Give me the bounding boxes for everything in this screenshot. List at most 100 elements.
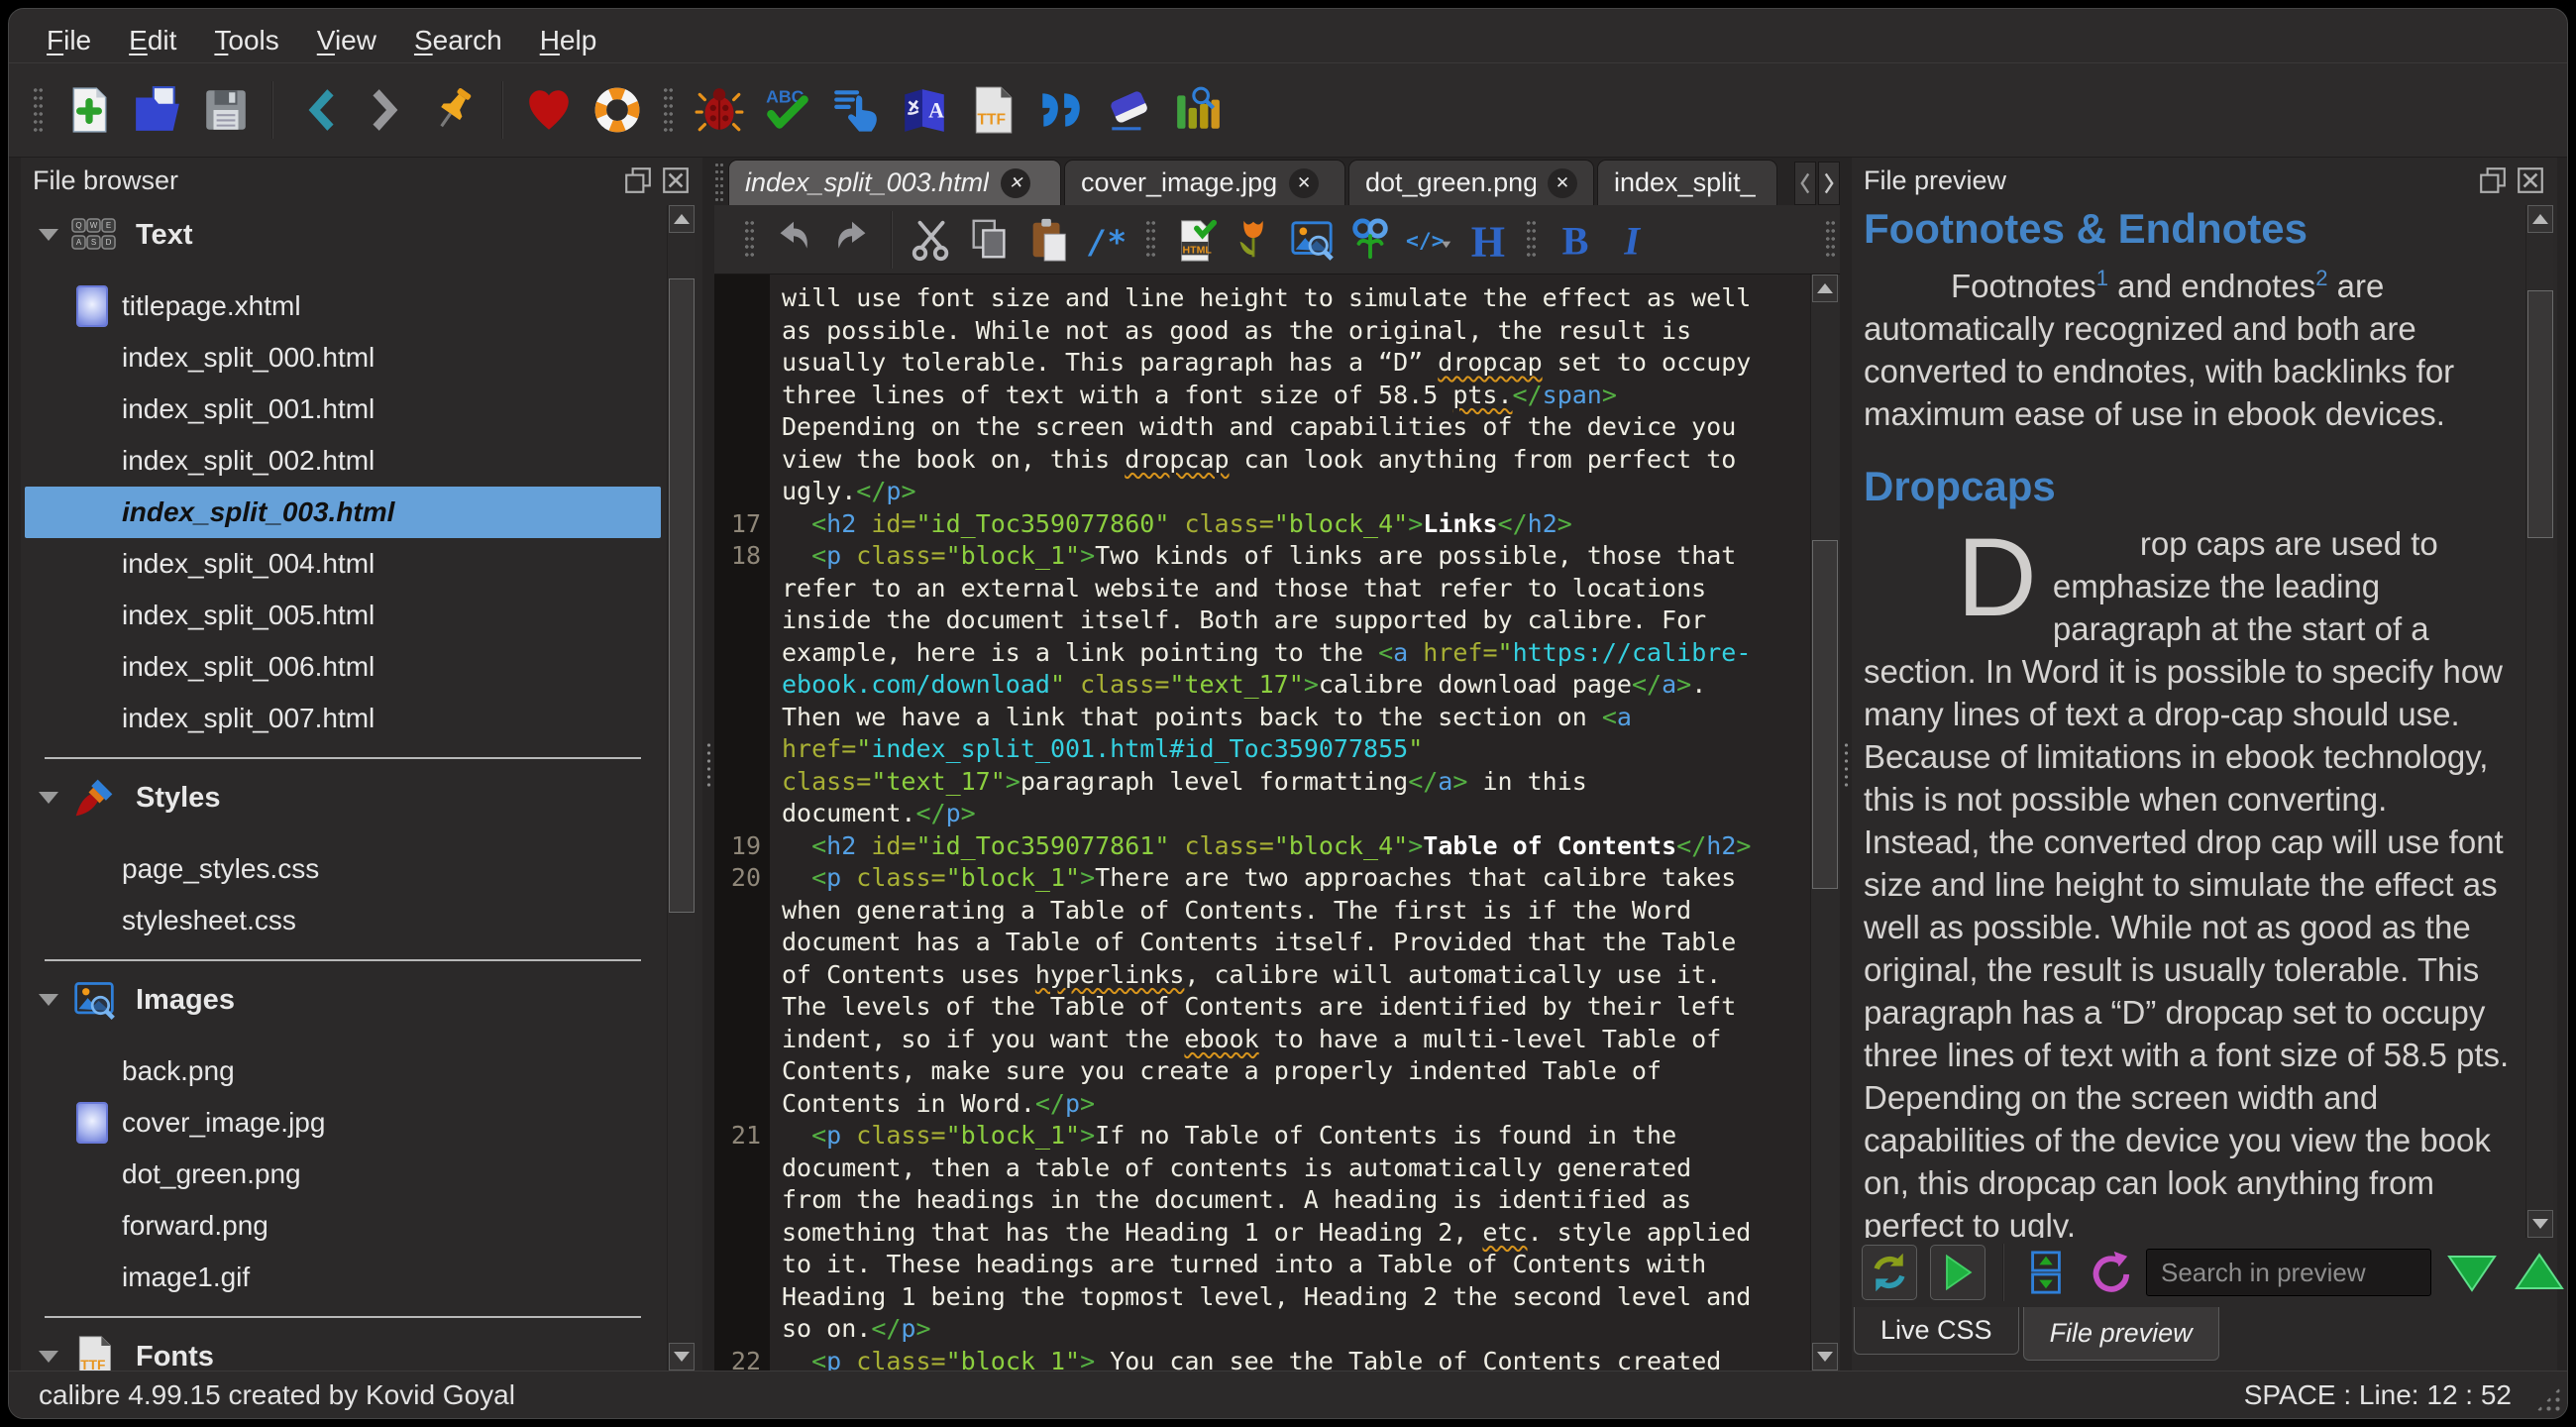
toolbar-drag-handle-icon[interactable]: [663, 86, 674, 134]
file-item[interactable]: stylesheet.css: [25, 895, 661, 946]
cut-icon[interactable]: [908, 216, 955, 264]
scroll-up-icon[interactable]: [669, 205, 695, 233]
refresh-icon[interactable]: [1862, 1245, 1917, 1300]
redo-icon[interactable]: [828, 216, 876, 264]
footnote-link[interactable]: 1: [2096, 266, 2108, 290]
new-file-icon[interactable]: [62, 83, 116, 137]
open-file-icon[interactable]: [131, 83, 184, 137]
file-item[interactable]: page_styles.css: [25, 843, 661, 895]
save-icon[interactable]: [199, 83, 253, 137]
donate-icon[interactable]: [522, 83, 576, 137]
editor-tab[interactable]: dot_green.png ✕: [1348, 160, 1594, 205]
insert-tag-icon[interactable]: </>: [1405, 216, 1452, 264]
file-item[interactable]: image1.gif: [25, 1252, 661, 1303]
float-panel-icon[interactable]: [2478, 165, 2508, 195]
expand-caret-icon[interactable]: [39, 792, 58, 804]
translate-icon[interactable]: A: [898, 83, 951, 137]
tab-scroll-right-icon[interactable]: [1818, 162, 1840, 205]
file-item[interactable]: forward.png: [25, 1200, 661, 1252]
toolbar-drag-handle-icon[interactable]: [33, 86, 44, 134]
toolbar-drag-handle-icon[interactable]: [1145, 218, 1156, 261]
reports-icon[interactable]: [1171, 83, 1225, 137]
file-item[interactable]: index_split_006.html: [25, 641, 661, 693]
file-item[interactable]: index_split_003.html: [25, 487, 661, 538]
spellcheck-icon[interactable]: ABC: [761, 83, 814, 137]
expand-caret-icon[interactable]: [39, 994, 58, 1006]
expand-caret-icon[interactable]: [39, 1351, 58, 1363]
menu-tools[interactable]: Tools: [202, 21, 290, 60]
file-browser-scrollbar[interactable]: [667, 205, 695, 1371]
copy-icon[interactable]: [966, 216, 1014, 264]
menu-help[interactable]: Help: [528, 21, 609, 60]
pin-icon[interactable]: [429, 83, 483, 137]
scroll-down-icon[interactable]: [669, 1343, 695, 1371]
toolbar-drag-handle-icon[interactable]: [744, 218, 755, 261]
editor-tab[interactable]: cover_image.jpg ✕: [1064, 160, 1345, 205]
beautify-icon[interactable]: [1230, 216, 1277, 264]
file-item[interactable]: back.png: [25, 1045, 661, 1097]
sidebar-section-fonts[interactable]: TTF Fonts: [25, 1331, 661, 1371]
scrollbar-thumb[interactable]: [2527, 290, 2553, 538]
file-item[interactable]: index_split_001.html: [25, 384, 661, 435]
scrollbar-thumb[interactable]: [1812, 540, 1838, 889]
tab-close-icon[interactable]: ✕: [1001, 167, 1031, 198]
splitter-left[interactable]: [702, 158, 714, 1371]
close-panel-icon[interactable]: [661, 165, 691, 195]
heading-icon[interactable]: H: [1463, 216, 1511, 264]
tab-close-icon[interactable]: ✕: [1289, 167, 1320, 198]
scroll-down-icon[interactable]: [1812, 1343, 1838, 1371]
file-item[interactable]: index_split_007.html: [25, 693, 661, 744]
scroll-up-icon[interactable]: [2527, 205, 2553, 233]
resize-grip-icon[interactable]: [2535, 1386, 2561, 1412]
bold-icon[interactable]: B: [1552, 216, 1599, 264]
menu-file[interactable]: File: [35, 21, 103, 60]
fix-rules-icon[interactable]: [829, 83, 883, 137]
undo-icon[interactable]: [770, 216, 817, 264]
sidebar-section-text[interactable]: Q W E A S D Text: [25, 209, 661, 261]
smarten-icon[interactable]: [1034, 83, 1088, 137]
toolbar-drag-handle-icon[interactable]: [1526, 218, 1537, 261]
file-item[interactable]: index_split_000.html: [25, 332, 661, 384]
next-match-icon[interactable]: [2444, 1249, 2500, 1296]
scrollbar-thumb[interactable]: [669, 278, 695, 913]
sync-icon[interactable]: [2021, 1248, 2071, 1297]
code-text[interactable]: will use font size and line height to si…: [770, 274, 1810, 1371]
sidebar-section-images[interactable]: Images: [25, 974, 661, 1026]
search-in-preview-input[interactable]: [2146, 1249, 2431, 1296]
menu-view[interactable]: View: [305, 21, 388, 60]
fix-html-icon[interactable]: HTML: [1171, 216, 1219, 264]
reload-icon[interactable]: [2084, 1248, 2133, 1297]
editor-tab[interactable]: index_split_003.html ✕: [728, 160, 1061, 205]
check-book-icon[interactable]: [693, 83, 746, 137]
bottom-tab-live-css[interactable]: Live CSS: [1854, 1307, 2019, 1355]
menu-edit[interactable]: Edit: [117, 21, 188, 60]
toolbar-drag-handle-icon[interactable]: [1825, 218, 1836, 261]
comment-icon[interactable]: /*: [1083, 216, 1130, 264]
expand-caret-icon[interactable]: [39, 229, 58, 241]
close-panel-icon[interactable]: [2516, 165, 2545, 195]
remove-css-icon[interactable]: [1103, 83, 1156, 137]
insert-link-icon[interactable]: [1346, 216, 1394, 264]
file-item[interactable]: index_split_002.html: [25, 435, 661, 487]
editor-scrollbar[interactable]: [1810, 274, 1840, 1371]
float-panel-icon[interactable]: [623, 165, 653, 195]
italic-icon[interactable]: I: [1610, 216, 1658, 264]
tab-close-icon[interactable]: ✕: [1548, 167, 1577, 198]
splitter-right[interactable]: [1840, 158, 1852, 1371]
menu-search[interactable]: Search: [402, 21, 514, 60]
help-icon[interactable]: [590, 83, 644, 137]
footnote-link[interactable]: 2: [2315, 266, 2327, 290]
tabbar-grip-icon[interactable]: [714, 162, 724, 201]
scroll-up-icon[interactable]: [1812, 274, 1838, 302]
file-item[interactable]: titlepage.xhtml: [25, 280, 661, 332]
back-icon[interactable]: [292, 83, 346, 137]
file-item[interactable]: index_split_004.html: [25, 538, 661, 590]
preview-scrollbar[interactable]: [2525, 205, 2553, 1238]
embed-fonts-icon[interactable]: TTF: [966, 83, 1020, 137]
prev-match-icon[interactable]: [2512, 1249, 2567, 1296]
insert-image-icon[interactable]: [1288, 216, 1336, 264]
file-item[interactable]: index_split_005.html: [25, 590, 661, 641]
tab-scroll-left-icon[interactable]: [1794, 162, 1816, 205]
sidebar-section-styles[interactable]: Styles: [25, 772, 661, 823]
paste-icon[interactable]: [1024, 216, 1072, 264]
